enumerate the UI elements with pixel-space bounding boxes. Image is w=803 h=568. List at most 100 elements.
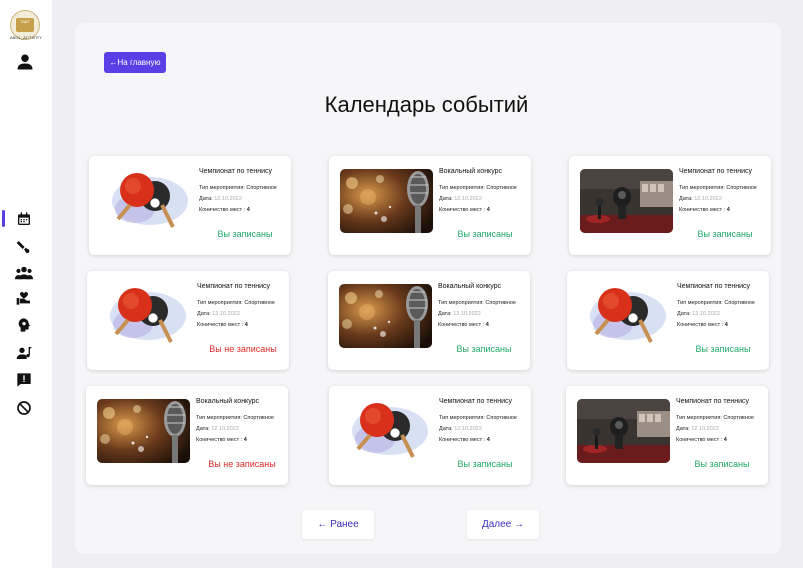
group-icon[interactable] (15, 264, 33, 282)
event-seats: Коничество мест : 4 (676, 437, 768, 443)
event-date-value: 12.10.2022 (694, 196, 722, 202)
event-seats: Коничество мест : 4 (439, 207, 531, 213)
event-seats-value: 4 (724, 322, 728, 328)
event-date: Дата: 12.10.2022 (439, 426, 531, 432)
event-seats-label: Коничество мест : (438, 322, 485, 328)
event-type-label: Тип мероприятия: (438, 300, 484, 306)
event-date-label: Дата: (679, 196, 693, 202)
microphone-image (97, 399, 190, 463)
event-card[interactable]: Чемпионат по теннису Тип мероприятия: Спо… (329, 386, 531, 485)
event-title: Чемпионат по теннису (199, 168, 273, 175)
music-user-icon[interactable] (15, 344, 33, 362)
event-card[interactable]: Вокальный конкурс Тип мероприятия: Спорти… (328, 271, 530, 370)
event-seats: Коничество мест : 4 (438, 322, 530, 328)
table-tennis-image (98, 284, 191, 348)
event-type: Тип мероприятия: Спортивное (197, 300, 289, 306)
event-date-value: 12.10.2022 (214, 196, 242, 202)
event-card[interactable]: Чемпионат по теннису Тип мероприятия: Спо… (87, 271, 289, 370)
event-seats-label: Коничество мест : (679, 207, 726, 213)
logo-text: ABOL_ACTIVITY (9, 35, 43, 40)
event-type-label: Тип мероприятия: (439, 185, 485, 191)
event-title: Вокальный конкурс (438, 283, 502, 290)
event-seats-label: Коничество мест : (199, 207, 246, 213)
event-type: Тип мероприятия: Спортивное (679, 185, 771, 191)
event-seats-value: 4 (726, 207, 730, 213)
event-type: Тип мероприятия: Спортивное (438, 300, 530, 306)
event-seats: Коничество мест : 4 (197, 322, 289, 328)
event-date-value: 12.10.2022 (691, 426, 719, 432)
event-seats-value: 4 (486, 437, 490, 443)
registration-status[interactable]: Вы записаны (439, 459, 531, 469)
event-seats-label: Коничество мест : (676, 437, 723, 443)
event-type-label: Тип мероприятия: (197, 300, 243, 306)
sports-icon[interactable] (15, 238, 33, 256)
event-title: Чемпионат по теннису (676, 398, 750, 405)
event-card[interactable]: Чемпионат по теннису Тип мероприятия: Спо… (569, 156, 771, 255)
registration-status[interactable]: Вы записаны (677, 344, 769, 354)
museum-image (580, 169, 673, 233)
event-type-label: Тип мероприятия: (199, 185, 245, 191)
registration-status[interactable]: Вы записаны (676, 459, 768, 469)
registration-status[interactable]: Вы записаны (199, 229, 291, 239)
event-date-label: Дата: (197, 311, 211, 317)
previous-page-button[interactable]: ← Ранее (302, 510, 374, 539)
event-type-label: Тип мероприятия: (677, 300, 723, 306)
event-info: Вокальный конкурс Тип мероприятия: Спорти… (439, 168, 531, 218)
event-type-label: Тип мероприятия: (679, 185, 725, 191)
event-date-label: Дата: (196, 426, 210, 432)
event-title: Чемпионат по теннису (677, 283, 751, 290)
registration-status[interactable]: Вы записаны (438, 344, 530, 354)
event-date-value: 12.10.2022 (692, 311, 720, 317)
back-to-home-button[interactable]: ←На главную (104, 52, 166, 73)
volunteer-icon[interactable] (15, 289, 33, 307)
event-card[interactable]: Чемпионат по теннису Тип мероприятия: Спо… (567, 271, 769, 370)
table-tennis-image (100, 169, 193, 233)
event-type-value: Спортивное (726, 185, 757, 191)
event-date-value: 12.10.2022 (454, 426, 482, 432)
event-date-label: Дата: (676, 426, 690, 432)
event-seats-label: Коничество мест : (439, 207, 486, 213)
registration-status[interactable]: Вы записаны (439, 229, 531, 239)
event-date: Дата: 12.10.2022 (438, 311, 530, 317)
event-date-label: Дата: (439, 196, 453, 202)
sidebar: ТАКТ ABOL_ACTIVITY (0, 0, 52, 568)
event-card[interactable]: Вокальный конкурс Тип мероприятия: Спорти… (86, 386, 288, 485)
logo-badge: ТАКТ (16, 18, 34, 32)
user-icon[interactable] (16, 53, 34, 71)
registration-status[interactable]: Вы записаны (679, 229, 771, 239)
event-seats: Коничество мест : 4 (677, 322, 769, 328)
brain-icon[interactable] (15, 316, 33, 334)
event-type: Тип мероприятия: Спортивное (677, 300, 769, 306)
event-info: Чемпионат по теннису Тип мероприятия: Спо… (676, 398, 768, 448)
event-seats-label: Коничество мест : (196, 437, 243, 443)
event-seats: Коничество мест : 4 (439, 437, 531, 443)
registration-status[interactable]: Вы не записаны (197, 344, 289, 354)
event-type-value: Спортивное (246, 185, 277, 191)
event-title: Вокальный конкурс (439, 168, 503, 175)
museum-image (577, 399, 670, 463)
calendar-icon[interactable] (15, 210, 33, 228)
event-card[interactable]: Вокальный конкурс Тип мероприятия: Спорти… (329, 156, 531, 255)
event-seats-label: Коничество мест : (197, 322, 244, 328)
event-date-value: 12.10.2022 (453, 311, 481, 317)
event-date-value: 12.10.2022 (211, 426, 239, 432)
event-seats-value: 4 (485, 322, 489, 328)
table-tennis-image (340, 399, 433, 463)
event-date-label: Дата: (438, 311, 452, 317)
block-icon[interactable] (15, 399, 33, 417)
event-date-label: Дата: (199, 196, 213, 202)
event-date: Дата: 12.10.2022 (676, 426, 768, 432)
event-date: Дата: 12.10.2022 (199, 196, 291, 202)
page-title: Календарь событий (324, 92, 529, 117)
event-seats-value: 4 (243, 437, 247, 443)
microphone-image (339, 284, 432, 348)
next-page-button[interactable]: Далее → (467, 510, 539, 539)
microphone-image (340, 169, 433, 233)
event-type-value: Спортивное (486, 185, 517, 191)
event-type-value: Спортивное (244, 300, 275, 306)
event-card[interactable]: Чемпионат по теннису Тип мероприятия: Спо… (89, 156, 291, 255)
report-icon[interactable] (15, 371, 33, 389)
event-card[interactable]: Чемпионат по теннису Тип мероприятия: Спо… (566, 386, 768, 485)
event-type: Тип мероприятия: Спортивное (439, 185, 531, 191)
registration-status[interactable]: Вы не записаны (196, 459, 288, 469)
